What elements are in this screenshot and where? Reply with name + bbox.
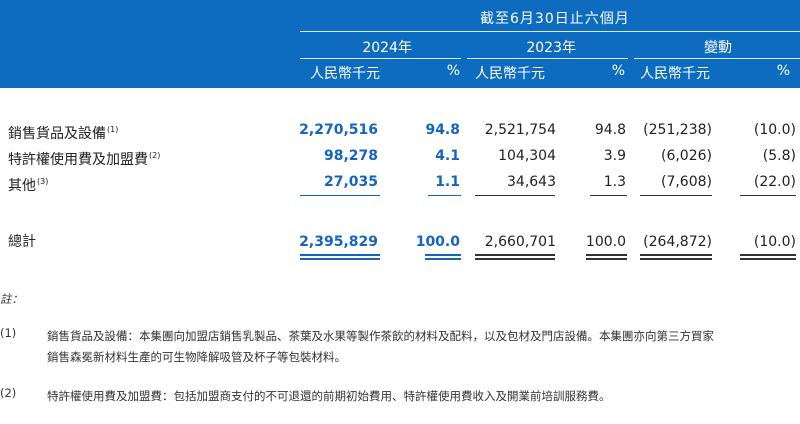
row-label: 特許權使用費及加盟費(2) [8,151,161,168]
total-value-2024: 2,395,829 [299,234,378,250]
period-underline [300,31,800,32]
total-double-rule-2024-bottom [300,258,380,260]
value-2023: 2,521,754 [484,122,556,138]
total-double-rule-change-pct-top [740,254,796,256]
pct-2023: 94.8 [594,122,626,138]
pct-2024: 94.8 [425,122,460,138]
pct-2023: 1.3 [603,174,626,190]
total-row: 總計 2,395,829 100.0 2,660,701 100.0 (264,… [0,231,800,253]
note-text: 特許權使用費及加盟費：包括加盟商支付的不可退還的前期初始費用、特許權使用費收入及… [47,389,611,403]
pct-2024: 1.1 [435,174,460,190]
change-pct: (10.0) [753,122,796,138]
total-double-rule-pct-2024-top [425,254,461,256]
subtotal-rule-2023 [475,195,555,196]
change-value: (7,608) [660,174,712,190]
year-2024-heading: 2024年 [362,40,412,56]
note-text: 銷售貨品及設備：本集團向加盟店銷售乳製品、茶葉及水果等製作茶飲的材料及配料，以及… [47,329,714,364]
row-label: 銷售貨品及設備(1) [8,125,119,142]
subtotal-rule-pct-2023 [590,195,627,196]
change-value: (6,026) [660,148,712,164]
total-double-rule-pct-2023-bottom [586,258,627,260]
total-label: 總計 [8,234,36,250]
table-row: 其他(3) 27,035 1.1 34,643 1.3 (7,608) (22.… [0,171,800,194]
total-change-value: (264,872) [643,234,712,250]
value-2023: 34,643 [507,174,556,190]
change-pct: (22.0) [753,174,796,190]
total-pct-2023: 100.0 [585,234,626,250]
note-number: (2) [0,386,17,400]
total-double-rule-2023-bottom [475,258,555,260]
notes-title: 註： [0,292,23,306]
total-value-2023: 2,660,701 [484,234,556,250]
unit-rmb-2023: 人民幣千元 [475,66,545,82]
value-2024: 98,278 [323,148,378,164]
total-double-rule-change-bottom [640,258,712,260]
value-2023: 104,304 [498,148,556,164]
table-row: 銷售貨品及設備(1) 2,270,516 94.8 2,521,754 94.8… [0,119,800,142]
total-double-rule-2023-top [475,254,555,256]
subtotal-rule-2024 [300,195,380,196]
unit-rmb-2024: 人民幣千元 [310,66,380,82]
total-pct-2024: 100.0 [415,234,460,250]
total-double-rule-change-top [640,254,712,256]
unit-pct-change: % [776,63,790,79]
table-row: 特許權使用費及加盟費(2) 98,278 4.1 104,304 3.9 (6,… [0,145,800,168]
change-heading: 變動 [704,40,732,56]
value-2024: 2,270,516 [299,122,378,138]
table-header: 截至6月30日止六個月 2024年 2023年 變動 人民幣千元 % 人民幣千元… [0,0,800,88]
pct-2023: 3.9 [603,148,626,164]
note-number: (1) [0,326,17,340]
total-change-pct: (10.0) [753,234,796,250]
subtotal-rule-pct-2024 [428,195,461,196]
subtotal-rule-change-pct [740,195,796,196]
change-underline [634,58,800,59]
period-heading: 截至6月30日止六個月 [480,11,630,27]
change-pct: (5.8) [762,148,796,164]
year-2023-heading: 2023年 [526,40,576,56]
total-double-rule-pct-2024-bottom [425,258,461,260]
unit-rmb-change: 人民幣千元 [640,66,710,82]
year-2023-underline [467,58,628,59]
value-2024: 27,035 [323,174,378,190]
year-2024-underline [300,58,461,59]
subtotal-rule-change [640,195,712,196]
change-value: (251,238) [643,122,712,138]
total-double-rule-pct-2023-top [586,254,627,256]
total-double-rule-2024-top [300,254,380,256]
row-label: 其他(3) [8,177,49,194]
total-double-rule-change-pct-bottom [740,258,796,260]
pct-2024: 4.1 [435,148,460,164]
